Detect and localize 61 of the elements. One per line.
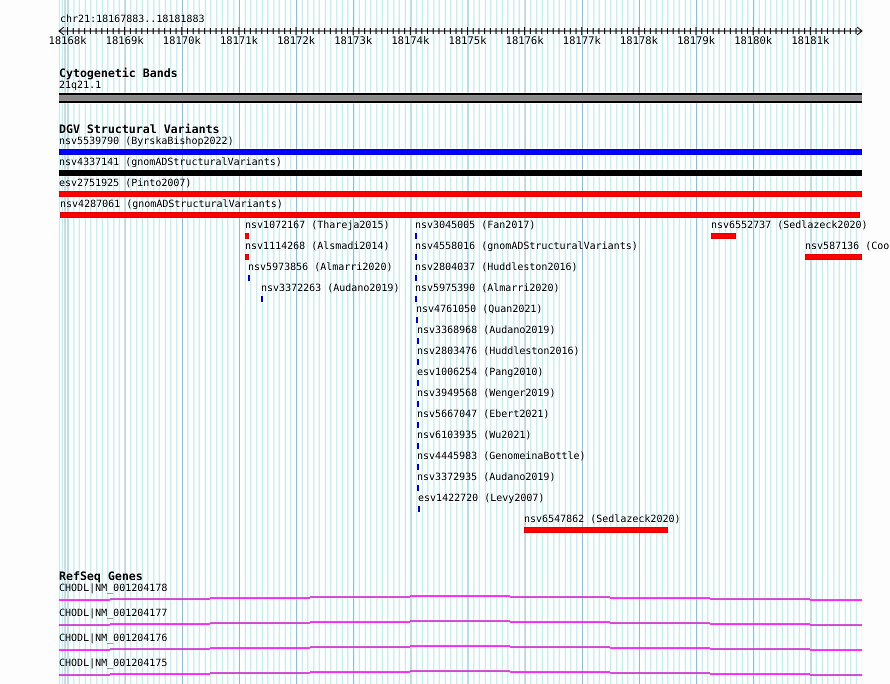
variant-label: nsv5973856 (Almarri2020) <box>248 262 392 274</box>
variant-label: nsv3949568 (Wenger2019) <box>417 388 556 400</box>
variant-label: nsv587136 (Coo <box>805 241 890 253</box>
variant-label: nsv4337141 (gnomADStructuralVariants) <box>59 157 282 169</box>
variant-label: nsv3045005 (Fan2017) <box>415 220 536 232</box>
variant-bar[interactable] <box>524 527 668 533</box>
tick-label: 18169k <box>106 35 144 47</box>
variant-label: nsv6547862 (Sedlazeck2020) <box>524 514 681 526</box>
gene-model-line[interactable] <box>59 595 862 601</box>
variant-bar[interactable] <box>60 212 860 218</box>
band-label: 21q21.1 <box>59 80 102 92</box>
variant-bar[interactable] <box>59 149 862 155</box>
variant-bar[interactable] <box>805 254 862 260</box>
track-title: DGV Structural Variants <box>59 122 220 136</box>
track-title: RefSeq Genes <box>59 569 143 583</box>
variant-label: nsv4558016 (gnomADStructuralVariants) <box>415 241 638 253</box>
variant-label: nsv3372263 (Audano2019) <box>261 283 400 295</box>
variant-label: nsv1072167 (Thareja2015) <box>245 220 390 232</box>
variant-label: nsv2804037 (Huddleston2016) <box>415 262 578 274</box>
variant-bar[interactable] <box>711 233 736 239</box>
tick-label: 18176k <box>506 35 544 47</box>
gene-label: CHODL|NM_001204176 <box>59 633 168 645</box>
variant-bar[interactable] <box>245 254 249 260</box>
gene-label: CHODL|NM_001204178 <box>59 583 168 595</box>
variant-label: nsv6103935 (Wu2021) <box>417 430 532 442</box>
tick-label: 18175k <box>448 35 486 47</box>
variant-label: esv2751925 (Pinto2007) <box>59 178 192 190</box>
region-label: chr21:18167883..18181883 <box>60 14 204 26</box>
variant-label: nsv4445983 (GenomeinaBottle) <box>417 451 586 463</box>
variant-bar[interactable] <box>59 191 862 197</box>
variant-label: nsv4761050 (Quan2021) <box>416 304 542 316</box>
variant-label: esv1422720 (Levy2007) <box>418 493 544 505</box>
gene-model-line[interactable] <box>59 645 862 651</box>
variant-label: nsv5667047 (Ebert2021) <box>417 409 550 421</box>
variant-bar[interactable] <box>59 170 862 176</box>
gene-model-line[interactable] <box>59 670 862 676</box>
tick-label: 18171k <box>220 35 258 47</box>
tick-label: 18179k <box>677 35 715 47</box>
variant-label: nsv5975390 (Almarri2020) <box>415 283 560 295</box>
variant-label: nsv2803476 (Huddleston2016) <box>417 346 580 358</box>
tick-label: 18174k <box>391 35 430 47</box>
variant-label: nsv6552737 (Sedlazeck2020) <box>711 220 868 232</box>
variant-bar[interactable] <box>245 233 249 239</box>
gene-label: CHODL|NM_001204177 <box>59 608 168 620</box>
variant-label: esv1006254 (Pang2010) <box>417 367 544 379</box>
variant-label: nsv5539790 (ByrskaBishop2022) <box>59 136 234 148</box>
tick-label: 18180k <box>734 35 772 47</box>
variant-label: nsv4287061 (gnomADStructuralVariants) <box>60 199 283 211</box>
gene-label: CHODL|NM_001204175 <box>59 658 168 670</box>
tick-label: 18173k <box>334 35 372 47</box>
tick-label: 18170k <box>162 35 201 47</box>
track-title: Cytogenetic Bands <box>59 66 178 80</box>
tick-label: 18168k <box>48 35 86 47</box>
variant-label: nsv1114268 (Alsmadi2014) <box>245 241 390 253</box>
variant-label: nsv3368968 (Audano2019) <box>417 325 556 337</box>
gene-model-line[interactable] <box>59 620 862 626</box>
tick-label: 18181k <box>791 35 830 47</box>
tick-label: 18177k <box>562 35 601 47</box>
variant-label: nsv3372935 (Audano2019) <box>417 472 556 484</box>
tick-label: 18172k <box>277 35 316 47</box>
tick-label: 18178k <box>620 35 658 47</box>
